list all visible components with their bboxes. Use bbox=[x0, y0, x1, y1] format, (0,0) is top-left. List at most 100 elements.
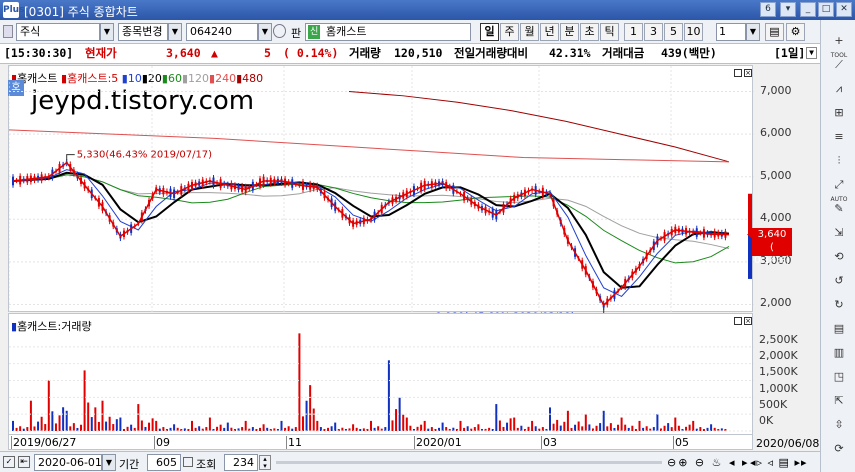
volume-bar bbox=[83, 370, 86, 431]
quote-bar: [15:30:30] 현재가 3,640 ▲ 5 ( 0.14%) 거래량 12… bbox=[0, 44, 820, 64]
period-button-6[interactable]: 틱 bbox=[600, 23, 619, 41]
stock-code-input[interactable]: 064240 bbox=[186, 23, 258, 41]
count-select[interactable]: 1 bbox=[716, 23, 746, 41]
start-date-input[interactable]: 2020-06-01 bbox=[34, 454, 102, 471]
price-y-tick: 2,000 bbox=[760, 296, 792, 310]
volume-bar bbox=[441, 422, 444, 431]
volume-bar bbox=[301, 416, 304, 431]
zoom-controls[interactable]: ⊖⊕ ⊖ ♨ ◂ ▸ bbox=[667, 456, 750, 469]
minimize-button[interactable]: _ bbox=[800, 2, 816, 17]
volume-bar bbox=[151, 418, 154, 431]
chevron-down-icon[interactable]: ▼ bbox=[100, 23, 114, 41]
stepper-icon[interactable]: ▴ ▾ bbox=[259, 455, 271, 470]
chevron-down-icon[interactable]: ▼ bbox=[102, 454, 116, 471]
expand-icon[interactable]: ⇳ bbox=[829, 416, 849, 434]
volume-bar bbox=[140, 420, 143, 431]
volume-bar bbox=[12, 420, 14, 431]
period-button-3[interactable]: 년 bbox=[540, 23, 559, 41]
chevron-down-icon[interactable]: ▼ bbox=[806, 47, 817, 59]
fan-icon[interactable]: ⩘ bbox=[829, 80, 849, 98]
fib-icon[interactable]: ⫶ bbox=[829, 152, 849, 170]
chevron-down-icon[interactable]: ▼ bbox=[168, 23, 182, 41]
volume-bar bbox=[105, 421, 108, 431]
stock-change-select[interactable]: 종목변경 bbox=[118, 23, 168, 41]
amount-label: 거래대금 bbox=[602, 46, 645, 60]
volume-bar bbox=[137, 404, 140, 431]
refresh-icon[interactable]: ⟳ bbox=[829, 440, 849, 458]
bars-icon[interactable]: ▤ bbox=[829, 320, 849, 338]
interval-button-1[interactable]: 1 bbox=[624, 23, 643, 41]
volume-label: 거래량 bbox=[349, 46, 381, 60]
prev-volume-label: 전일거래량대비 bbox=[454, 46, 529, 60]
volume-bar bbox=[566, 410, 569, 431]
auto-icon[interactable]: ⤢ bbox=[829, 176, 849, 194]
scroll-controls[interactable]: ◂▹ ◃ ▤ ▸▸ bbox=[750, 456, 808, 469]
chevron-down-icon[interactable]: ▼ bbox=[746, 23, 760, 41]
volume-bar bbox=[531, 420, 534, 431]
count-input[interactable]: 234 bbox=[224, 454, 258, 471]
first-icon[interactable]: ⇤ bbox=[18, 456, 30, 468]
volume-bar bbox=[327, 427, 330, 431]
interval-button-5[interactable]: 5 bbox=[664, 23, 683, 41]
volume-chart-svg bbox=[9, 333, 754, 432]
volume-chart-panel[interactable]: ▮홈캐스트:거래량 × bbox=[8, 313, 754, 435]
volume-bar bbox=[90, 417, 93, 431]
volume-bar bbox=[40, 416, 43, 431]
redo-icon[interactable]: ↻ bbox=[829, 296, 849, 314]
resize-icon[interactable]: ⇲ bbox=[829, 224, 849, 242]
volume-bar bbox=[563, 421, 566, 431]
x-tick-label: 05 bbox=[673, 436, 689, 449]
refresh-icon[interactable] bbox=[183, 457, 193, 467]
volume-bar bbox=[549, 407, 551, 431]
search-icon[interactable] bbox=[273, 24, 286, 38]
volume-bar bbox=[588, 424, 591, 431]
volume-bar bbox=[26, 427, 29, 431]
grid-icon[interactable]: ⊞ bbox=[829, 104, 849, 122]
volume-bar bbox=[191, 420, 193, 431]
maximize-button[interactable]: □ bbox=[818, 2, 834, 17]
market-select[interactable]: 주식 bbox=[16, 23, 100, 41]
close-button[interactable]: ✕ bbox=[836, 2, 852, 17]
period-button-2[interactable]: 월 bbox=[520, 23, 539, 41]
volume-bar bbox=[527, 426, 530, 431]
volume-bar bbox=[305, 400, 308, 431]
panel-icon[interactable]: ▥ bbox=[829, 344, 849, 362]
undo-icon[interactable]: ↺ bbox=[829, 272, 849, 290]
volume-bar bbox=[244, 420, 247, 431]
period-button-4[interactable]: 분 bbox=[560, 23, 579, 41]
fit-icon[interactable]: ⇱ bbox=[829, 392, 849, 410]
window-icon[interactable]: ◳ bbox=[829, 368, 849, 386]
volume-bar bbox=[509, 418, 512, 431]
lines-icon[interactable]: ≡ bbox=[829, 128, 849, 146]
volume-bar bbox=[155, 420, 158, 431]
period-button-1[interactable]: 주 bbox=[500, 23, 519, 41]
tool-icon[interactable]: + bbox=[829, 32, 849, 50]
volume-bar bbox=[409, 425, 412, 431]
tool-sidebar: + ⟋ ⩘ ⊞ ≡ ⫶ ⤢ ✎ ⇲ ⟲ ↺ ↻ ▤ ▥ ◳ ⇱ ⇳ ⟳ TOOL AUTO bbox=[820, 20, 855, 472]
lock-icon[interactable] bbox=[3, 25, 13, 38]
save-icon[interactable]: ▤ bbox=[765, 23, 784, 41]
window-menu-button[interactable]: ▾ bbox=[780, 2, 796, 17]
period-button-0[interactable]: 일 bbox=[480, 23, 499, 41]
new-badge: 신 bbox=[308, 25, 321, 39]
chevron-down-icon[interactable]: ▼ bbox=[258, 23, 272, 41]
checkbox[interactable]: ✓ bbox=[3, 456, 15, 468]
page-number-button[interactable]: 6 bbox=[760, 2, 776, 17]
gear-icon[interactable]: ⚙ bbox=[786, 23, 805, 41]
cycle-icon[interactable]: ⟲ bbox=[829, 248, 849, 266]
query-label: 조회 bbox=[196, 458, 217, 471]
price-chart-panel[interactable]: ▮홈캐스트 ▮홈캐스트:5 ▮10▮20▮60▮120▮240▮480 × 호 … bbox=[8, 65, 754, 313]
interval-button-10[interactable]: 10 bbox=[684, 23, 703, 41]
toolbar: 주식 ▼ 종목변경 ▼ 064240 ▼ 판 신 홈캐스트 1 ▼ ▤ ⚙ 일주… bbox=[0, 20, 820, 44]
volume-bar bbox=[22, 428, 25, 431]
volume-bar bbox=[645, 426, 648, 431]
interval-button-3[interactable]: 3 bbox=[644, 23, 663, 41]
period-button-5[interactable]: 초 bbox=[580, 23, 599, 41]
volume-bar bbox=[652, 427, 655, 431]
volume-bar bbox=[330, 426, 333, 431]
volume-y-tick: 2,000K bbox=[759, 349, 798, 363]
volume-bar bbox=[352, 424, 355, 431]
high-marker bbox=[66, 154, 75, 161]
scroll-track[interactable] bbox=[276, 461, 662, 464]
period-input[interactable]: 605 bbox=[147, 454, 181, 471]
